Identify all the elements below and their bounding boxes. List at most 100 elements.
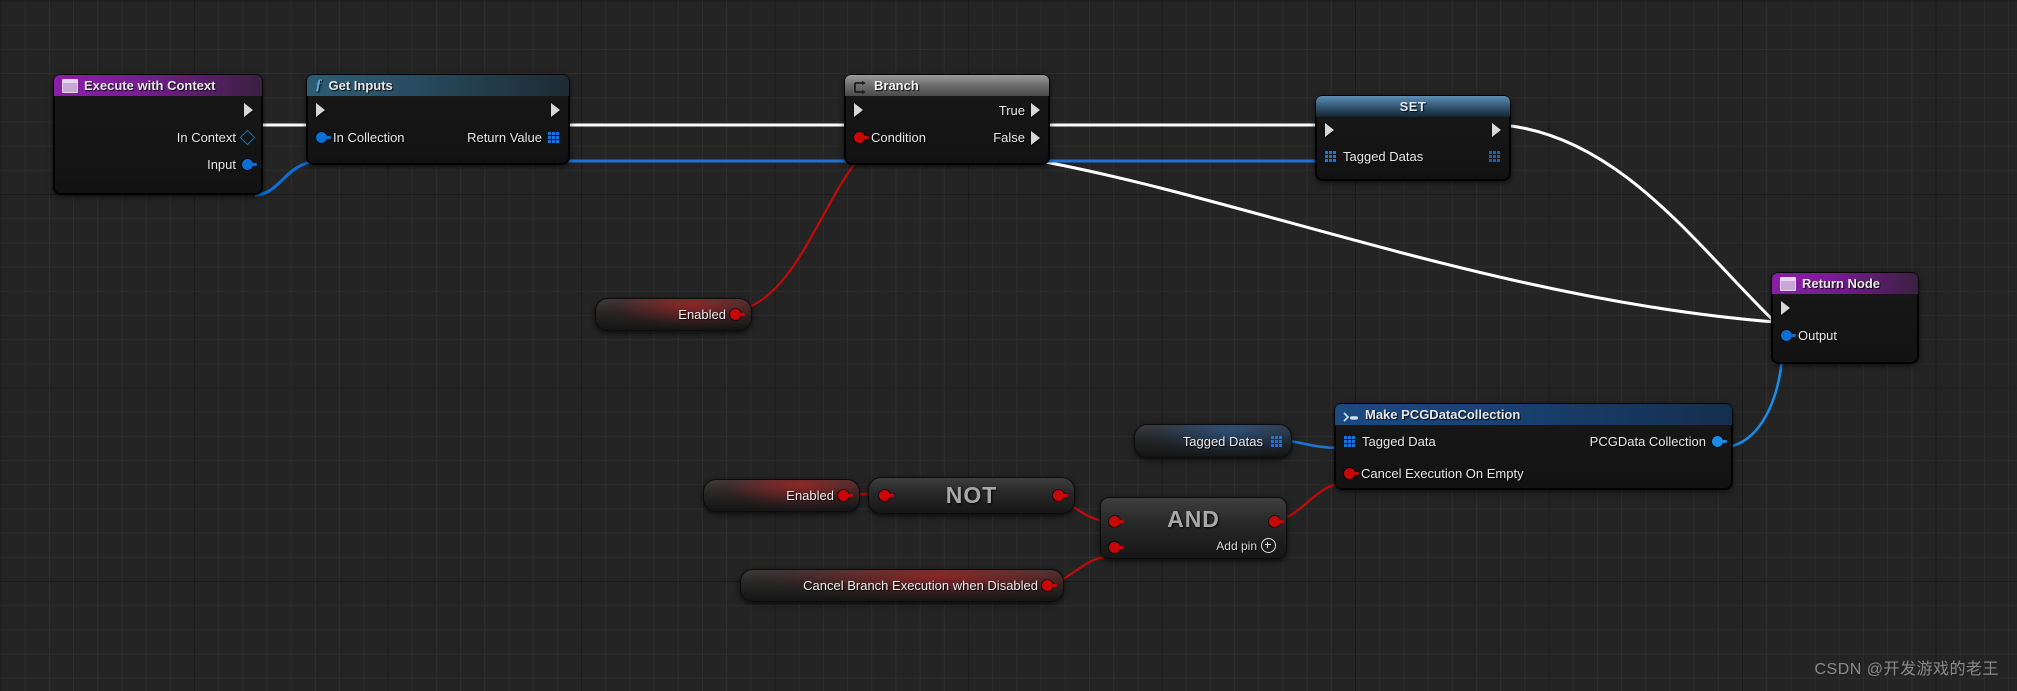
pin-false[interactable]: False [993,130,1040,145]
node-body: Output [1772,294,1918,363]
pin-input[interactable]: Input [207,157,257,172]
node-header[interactable]: Return Node [1772,273,1918,294]
node-header[interactable]: Execute with Context [54,75,262,96]
node-row [1773,294,1917,322]
exec-pin-icon [244,103,253,117]
variable-label: Cancel Branch Execution when Disabled [803,578,1038,593]
pin-condition[interactable]: Condition [854,130,926,145]
bool-pin-icon[interactable] [1269,516,1284,527]
node-title: Make PCGDataCollection [1365,407,1521,422]
add-pin-label: Add pin [1216,538,1257,553]
bool-pin-icon [1344,467,1359,479]
diamond-pin-icon [239,129,256,146]
node-tagged-datas-getter[interactable]: Tagged Datas [1134,424,1292,458]
node-branch[interactable]: Branch True Condition False [845,75,1049,164]
node-body: In Context Input [54,96,262,194]
add-pin-button[interactable]: Add pin [1216,538,1276,553]
bool-pin-icon[interactable] [1109,516,1124,527]
object-pin-icon [242,159,257,170]
pin-label: Cancel Execution On Empty [1361,465,1524,481]
pin-in-collection[interactable]: In Collection [316,130,405,145]
pin-exec-out[interactable] [1492,123,1501,137]
object-pin-icon [316,132,331,143]
function-f-icon: ƒ [315,77,323,93]
pin-output[interactable]: Output [1781,328,1837,343]
node-row: In Context [55,124,261,151]
pin-tagged-datas-in[interactable]: Tagged Datas [1325,149,1423,164]
pin-label: Tagged Datas [1343,149,1424,164]
array-pin-icon [548,132,560,143]
bool-pin-icon[interactable] [730,309,745,320]
return-node-icon [1780,276,1796,291]
exec-pin-icon [1325,123,1334,137]
pin-exec-in[interactable] [1325,123,1334,137]
array-pin-icon [1489,151,1501,162]
bool-pin-icon[interactable] [1042,580,1057,591]
pin-exec-out[interactable] [244,103,253,117]
operator-label: AND [1167,506,1220,532]
event-node-icon [62,78,78,93]
struct-pin-icon [1712,436,1727,447]
node-row: Tagged Data PCGData Collection [1336,425,1731,458]
pin-tagged-data[interactable]: Tagged Data [1344,434,1436,449]
pin-exec-out[interactable] [551,103,560,117]
pin-exec-in[interactable] [316,103,325,117]
plus-circle-icon[interactable] [1261,538,1276,553]
node-title: Branch [874,78,919,93]
node-cancel-branch-execution[interactable]: Cancel Branch Execution when Disabled [740,569,1064,602]
exec-pin-icon [1492,123,1501,137]
node-title: SET [1399,99,1427,114]
node-row: Input [55,151,261,178]
node-get-inputs[interactable]: ƒ Get Inputs In Collection Return Value [307,75,569,164]
pin-label: Tagged Data [1362,434,1436,449]
node-body: In Collection Return Value [307,96,569,164]
exec-pin-icon [854,103,863,117]
pin-true[interactable]: True [999,103,1040,118]
variable-label: Tagged Datas [1182,433,1263,449]
bool-pin-icon[interactable] [879,490,894,501]
bool-pin-icon[interactable] [1053,490,1068,501]
node-title: Return Node [1802,276,1880,291]
pin-cancel-execution-on-empty[interactable]: Cancel Execution On Empty [1344,466,1524,481]
exec-pin-icon [1031,130,1040,145]
pin-exec-in[interactable] [854,103,863,117]
variable-label: Enabled [786,488,834,503]
node-enabled-top[interactable]: Enabled [595,298,752,331]
make-struct-icon [1343,409,1359,422]
pin-exec-in[interactable] [1781,301,1790,315]
pin-label: PCGData Collection [1589,434,1706,449]
node-body: True Condition False [845,96,1049,164]
array-pin-icon [1344,436,1356,447]
node-and-gate[interactable]: AND Add pin [1100,497,1287,559]
node-row: True [846,96,1048,124]
node-enabled-bottom[interactable]: Enabled [703,479,860,512]
node-return-node[interactable]: Return Node Output [1772,273,1918,363]
node-title: Get Inputs [328,78,393,93]
pin-in-context[interactable]: In Context [177,129,256,146]
node-not-gate[interactable]: NOT [868,477,1075,514]
exec-pin-icon [1781,301,1790,315]
pin-label: Input [207,157,236,172]
node-body: Tagged Data PCGData Collection Cancel Ex… [1335,425,1732,489]
node-header[interactable]: ƒ Get Inputs [307,75,569,96]
node-title: Execute with Context [84,78,216,93]
node-header[interactable]: Branch [845,75,1049,96]
node-row [55,96,261,124]
bool-pin-icon[interactable] [838,490,853,501]
node-make-pcgdatacollection[interactable]: Make PCGDataCollection Tagged Data PCGDa… [1335,404,1732,489]
pin-tagged-datas-out[interactable] [1489,151,1501,162]
bool-pin-icon [854,132,869,143]
pin-return-value[interactable]: Return Value [467,130,560,145]
pin-pcgdata-collection[interactable]: PCGData Collection [1589,434,1727,449]
bool-pin-icon[interactable] [1109,542,1124,553]
pin-label: False [993,130,1025,145]
node-header[interactable]: SET [1316,96,1510,117]
node-row: Cancel Execution On Empty [1336,458,1731,488]
blueprint-graph-canvas[interactable]: Execute with Context In Context Input ƒ … [0,0,2017,691]
pin-label: Condition [871,130,926,145]
array-pin-icon[interactable] [1271,435,1283,447]
node-execute-with-context[interactable]: Execute with Context In Context Input [54,75,262,194]
array-pin-icon [1325,151,1337,162]
node-set-tagged-datas[interactable]: SET Tagged Datas [1316,96,1510,180]
node-header[interactable]: Make PCGDataCollection [1335,404,1732,425]
